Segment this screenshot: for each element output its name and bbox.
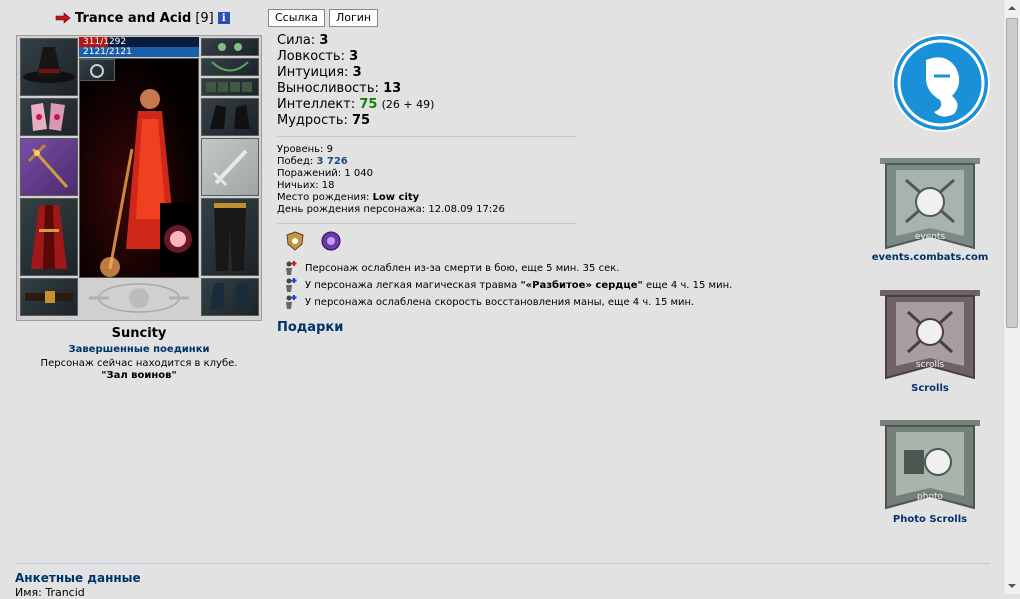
- shield-slot[interactable]: [201, 138, 259, 196]
- hp-current: 311: [83, 37, 101, 47]
- rings-icon: [206, 82, 252, 92]
- injury-icon: [286, 278, 297, 292]
- effect-text: У персонажа легкая магическая травма "«Р…: [305, 279, 733, 291]
- injury-icon: [286, 261, 297, 275]
- emblem: [79, 280, 199, 316]
- earrings-slot[interactable]: [201, 38, 259, 56]
- sword-icon: [27, 143, 69, 189]
- events-banner-text: events: [914, 232, 946, 242]
- character-header: Trance and Acid [9] i: [55, 9, 230, 27]
- photo-scrolls-banner[interactable]: photo: [878, 418, 982, 514]
- gloves-slot[interactable]: [201, 98, 259, 136]
- pants-icon: [214, 203, 246, 271]
- stat-endurance: Выносливость: 13: [277, 81, 402, 96]
- scroll-down-arrow-icon[interactable]: [1006, 580, 1018, 592]
- scrolls-banner-text: scrolls: [915, 360, 945, 370]
- weapon-slot[interactable]: [20, 138, 78, 196]
- location-text: Персонаж сейчас находится в клубе.: [40, 358, 238, 369]
- stat-agility: Ловкость: 3: [277, 49, 359, 64]
- events-banner[interactable]: events: [878, 156, 982, 254]
- character-name: Suncity: [111, 326, 167, 341]
- necklace-slot[interactable]: [201, 58, 259, 76]
- stat-intuition: Интуиция: 3: [277, 65, 362, 80]
- effect-row: У персонажа легкая магическая травма "«Р…: [282, 277, 732, 293]
- belt-slot[interactable]: [20, 278, 78, 316]
- earrings-icon: [218, 43, 242, 51]
- gloves-icon: [210, 105, 250, 129]
- hp-max: /1292: [100, 37, 127, 47]
- events-link[interactable]: events.combats.com: [860, 252, 1000, 263]
- name-line: Имя: Trancid: [15, 586, 85, 599]
- stat-wisdom: Мудрость: 75: [277, 113, 371, 128]
- injury-icon: [286, 295, 297, 309]
- boots-icon: [210, 283, 250, 309]
- info-losses: Поражений: 1 040: [277, 168, 374, 179]
- mage-figure-icon: [100, 89, 196, 277]
- hat-icon: [23, 47, 75, 83]
- link-button[interactable]: Ссылка: [268, 9, 325, 27]
- divider: [277, 223, 577, 224]
- scrollbar-thumb[interactable]: [1006, 18, 1018, 328]
- vertical-scrollbar[interactable]: [1003, 0, 1020, 594]
- mana-bar: 2121/2121: [79, 47, 199, 57]
- armor-slot[interactable]: [20, 198, 78, 276]
- profile-data-link[interactable]: Анкетные данные: [15, 571, 141, 585]
- fights-link-wrap: Завершенные поединки: [16, 344, 262, 355]
- helmet-slot[interactable]: [20, 38, 78, 96]
- photo-banner-text: photo: [917, 492, 943, 502]
- amulet-icon: [90, 64, 104, 78]
- info-birthday: День рождения персонажа: 12.08.09 17:26: [277, 204, 505, 215]
- spirit-logo-icon: [892, 34, 990, 132]
- info-block: Уровень: 9 Побед: 3 726 Поражений: 1 040…: [277, 144, 505, 216]
- stats-block: Сила: 3 Ловкость: 3 Интуиция: 3 Вынослив…: [277, 33, 434, 129]
- character-nick: Trance and Acid: [75, 10, 192, 26]
- character-panel: 311/1292 2121/2121: [16, 35, 262, 321]
- fist-emblem-icon: [89, 283, 189, 313]
- profile-data-section: Анкетные данные: [15, 571, 141, 585]
- stat-intellect: Интеллект: 75 (26 + 49): [277, 97, 435, 112]
- shield-effect-icon[interactable]: [284, 230, 306, 252]
- effect-text: У персонажа ослаблена скорость восстанов…: [305, 296, 695, 308]
- info-icon[interactable]: i: [217, 12, 230, 24]
- divider: [277, 136, 577, 137]
- character-portrait: [79, 58, 199, 278]
- scroll-up-arrow-icon[interactable]: [1006, 2, 1018, 14]
- sidebar-logo[interactable]: [890, 32, 992, 134]
- belt-icon: [25, 291, 73, 303]
- scrolls-link[interactable]: Scrolls: [880, 383, 980, 394]
- arrow-icon: [55, 12, 71, 24]
- location-name: "Зал воинов": [101, 370, 177, 381]
- necklace-icon: [211, 61, 249, 72]
- rings-slot[interactable]: [201, 78, 259, 96]
- completed-fights-link[interactable]: Завершенные поединки: [69, 344, 210, 355]
- stat-strength: Сила: 3: [277, 33, 329, 48]
- bracers-icon: [31, 103, 65, 131]
- info-birthplace: Место рождения: Low city: [277, 192, 420, 203]
- amulet-slot[interactable]: [79, 59, 115, 81]
- gifts-link[interactable]: Подарки: [277, 320, 343, 335]
- robe-icon: [31, 205, 67, 269]
- photo-scrolls-link[interactable]: Photo Scrolls: [870, 514, 990, 525]
- effect-text: Персонаж ослаблен из-за смерти в бою, ещ…: [305, 262, 620, 274]
- bracers-slot[interactable]: [20, 98, 78, 136]
- empty-sword-icon: [212, 149, 248, 187]
- info-draws: Ничьих: 18: [277, 180, 335, 191]
- hp-bar: 311/1292: [79, 37, 199, 47]
- pants-slot[interactable]: [201, 198, 259, 276]
- effect-icons: [284, 230, 342, 252]
- info-wins: Побед: 3 726: [277, 156, 348, 167]
- mana-effect-icon[interactable]: [320, 230, 342, 252]
- scrolls-banner[interactable]: scrolls: [878, 288, 982, 384]
- boots-slot[interactable]: [201, 278, 259, 316]
- effect-row: У персонажа ослаблена скорость восстанов…: [282, 294, 694, 310]
- gifts-section: Подарки: [277, 320, 343, 335]
- character-level: [9]: [195, 10, 214, 26]
- info-level: Уровень: 9: [277, 144, 333, 155]
- effect-row: Персонаж ослаблен из-за смерти в бою, ещ…: [282, 260, 619, 276]
- login-button[interactable]: Логин: [329, 9, 379, 27]
- divider: [15, 563, 990, 564]
